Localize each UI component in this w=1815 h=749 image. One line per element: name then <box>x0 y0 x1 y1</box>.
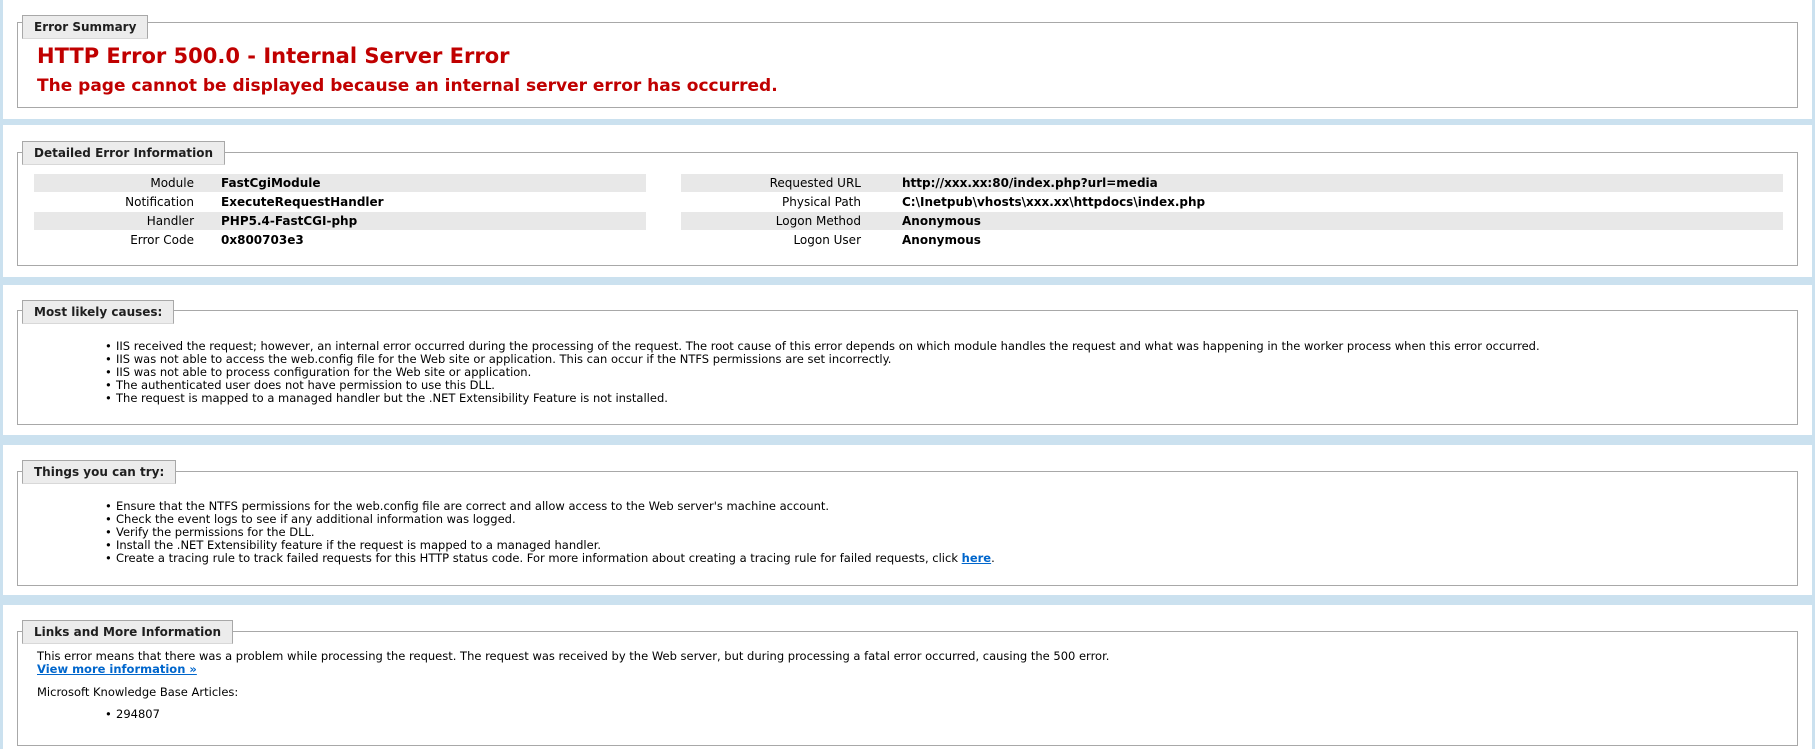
detail-value: http://xxx.xx:80/index.php?url=media <box>902 176 1158 190</box>
kb-article-item: 294807 <box>103 708 160 722</box>
error-summary-legend: Error Summary <box>22 15 149 39</box>
links-legend: Links and More Information <box>22 620 234 644</box>
links-description: This error means that there was a proble… <box>37 649 1110 663</box>
error-title: HTTP Error 500.0 - Internal Server Error <box>37 44 510 68</box>
detail-row-requested-url: Requested URL http://xxx.xx:80/index.php… <box>681 174 1783 192</box>
causes-list: IIS received the request; however, an in… <box>103 340 1540 406</box>
tracing-end: . <box>991 551 995 565</box>
detailed-error-legend: Detailed Error Information <box>22 141 226 165</box>
detail-label: Module <box>150 176 194 190</box>
detail-label: Logon Method <box>775 214 861 228</box>
detail-row-module: Module FastCgiModule <box>34 174 646 192</box>
detail-label: Physical Path <box>782 195 861 209</box>
detailed-error-section: Detailed Error Information Module FastCg… <box>3 125 1812 277</box>
detail-value: FastCgiModule <box>221 176 321 190</box>
causes-legend: Most likely causes: <box>22 300 175 324</box>
view-more-link-wrap: View more information » <box>37 662 197 676</box>
detail-row-logon-user: Logon User Anonymous <box>681 231 1783 249</box>
view-more-link[interactable]: View more information » <box>37 662 197 676</box>
kb-heading: Microsoft Knowledge Base Articles: <box>37 685 239 699</box>
detail-row-handler: Handler PHP5.4-FastCGI-php <box>34 212 646 230</box>
detail-value: ExecuteRequestHandler <box>221 195 384 209</box>
tracing-text: Create a tracing rule to track failed re… <box>116 551 962 565</box>
links-section: Links and More Information This error me… <box>3 605 1812 749</box>
detail-row-notification: Notification ExecuteRequestHandler <box>34 193 646 211</box>
detail-label: Logon User <box>793 233 861 247</box>
detail-label: Notification <box>125 195 194 209</box>
list-item-tracing: Create a tracing rule to track failed re… <box>103 551 995 566</box>
try-section: Things you can try: Ensure that the NTFS… <box>3 445 1812 595</box>
detail-value: 0x800703e3 <box>221 233 304 247</box>
detail-label: Requested URL <box>769 176 861 190</box>
detail-value: C:\Inetpub\vhosts\xxx.xx\httpdocs\index.… <box>902 195 1206 209</box>
list-item: The request is mapped to a managed handl… <box>103 392 1540 406</box>
detail-row-physical-path: Physical Path C:\Inetpub\vhosts\xxx.xx\h… <box>681 193 1783 211</box>
error-subtitle: The page cannot be displayed because an … <box>37 76 778 96</box>
detail-row-logon-method: Logon Method Anonymous <box>681 212 1783 230</box>
try-list: Ensure that the NTFS permissions for the… <box>103 500 995 566</box>
detail-label: Error Code <box>130 233 194 247</box>
detail-value: PHP5.4-FastCGI-php <box>221 214 358 228</box>
try-legend: Things you can try: <box>22 460 177 484</box>
error-summary-section: Error Summary HTTP Error 500.0 - Interna… <box>3 0 1812 119</box>
detail-value: Anonymous <box>902 214 981 228</box>
detail-value: Anonymous <box>902 233 981 247</box>
kb-list: 294807 <box>103 708 160 722</box>
causes-section: Most likely causes: IIS received the req… <box>3 285 1812 435</box>
detail-label: Handler <box>146 214 194 228</box>
detail-row-error-code: Error Code 0x800703e3 <box>34 231 646 249</box>
here-link[interactable]: here <box>962 551 991 565</box>
